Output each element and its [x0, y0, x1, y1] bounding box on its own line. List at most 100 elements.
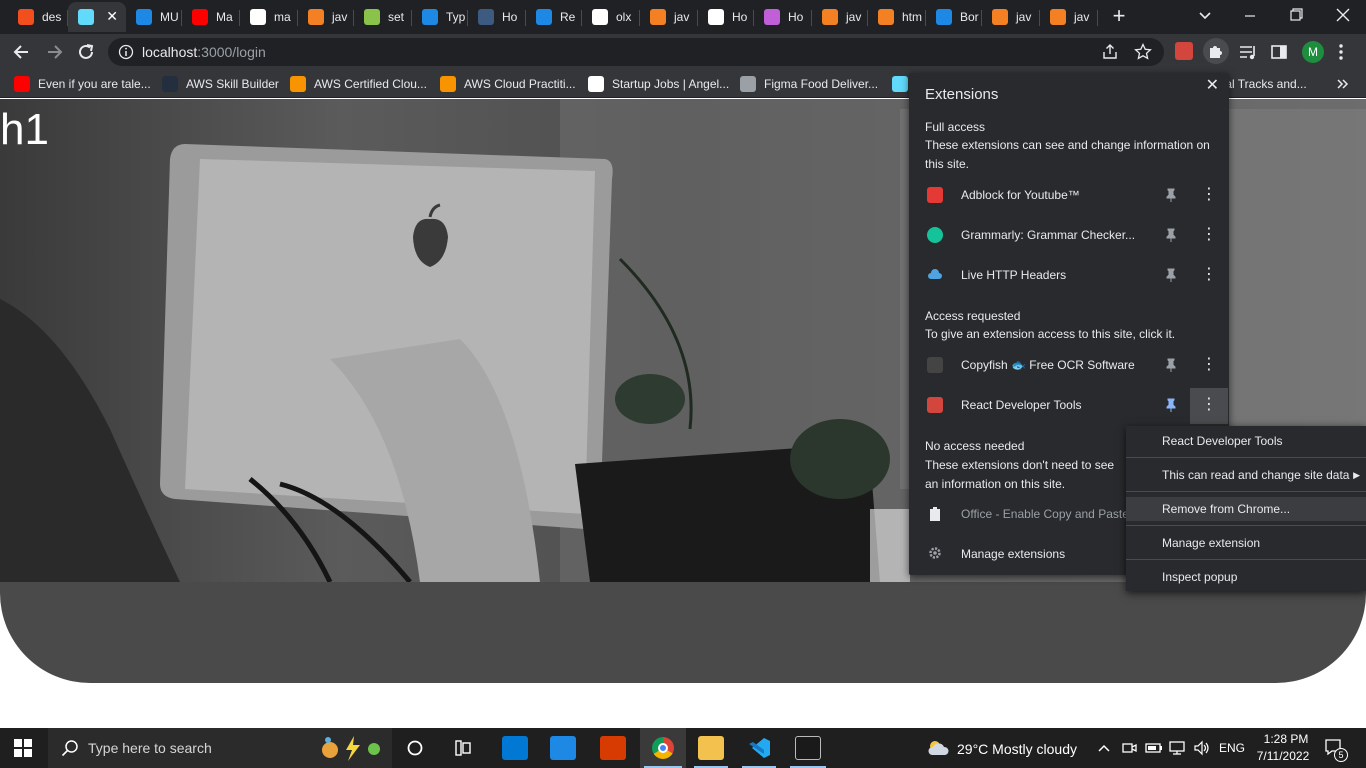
browser-tab[interactable]: jav: [640, 2, 698, 32]
tab-search-icon[interactable]: [1196, 6, 1214, 24]
browser-tab[interactable]: jav: [982, 2, 1040, 32]
browser-tab[interactable]: jav: [298, 2, 354, 32]
minimize-button[interactable]: [1240, 8, 1260, 24]
close-window-button[interactable]: [1332, 5, 1354, 25]
tab-title: set: [388, 10, 405, 24]
browser-tab[interactable]: Ho: [468, 2, 526, 32]
browser-tab[interactable]: htm: [868, 2, 926, 32]
microsoft-store-icon[interactable]: [502, 736, 528, 760]
menu-item-site-data[interactable]: This can read and change site data ▶: [1126, 463, 1366, 487]
site-info-icon[interactable]: [118, 44, 134, 60]
close-tab-icon[interactable]: ✕: [106, 8, 118, 25]
browser-tab[interactable]: Ho: [698, 2, 754, 32]
more-options-icon[interactable]: ⋮: [1190, 348, 1228, 384]
pin-icon[interactable]: [1163, 267, 1179, 283]
url-host: localhost: [142, 44, 198, 60]
stackoverflow-icon: [308, 9, 324, 25]
media-control-icon[interactable]: [1238, 42, 1258, 62]
browser-tab[interactable]: ✕: [68, 2, 126, 32]
restore-button[interactable]: [1286, 6, 1306, 24]
bookmark-item[interactable]: Even if you are tale...: [14, 76, 151, 92]
menu-item-remove-from-chrome[interactable]: Remove from Chrome...: [1126, 497, 1366, 521]
share-icon[interactable]: [1101, 43, 1119, 61]
site-data-label: This can read and change site data: [1162, 468, 1350, 482]
weather-cloud-icon[interactable]: [926, 738, 950, 758]
more-options-icon[interactable]: ⋮: [1190, 178, 1228, 214]
grammarly-icon: [927, 227, 943, 243]
browser-tab[interactable]: Bor: [926, 2, 982, 32]
url-path: :3000/login: [197, 44, 266, 60]
forward-button[interactable]: [42, 40, 66, 64]
terminal-icon[interactable]: [795, 736, 821, 760]
bookmark-item[interactable]: AWS Skill Builder: [162, 76, 279, 92]
ub-icon: [478, 9, 494, 25]
browser-tab[interactable]: des: [8, 2, 68, 32]
browser-tab[interactable]: ma: [240, 2, 298, 32]
extension-row-copyfish[interactable]: Copyfish 🐟 Free OCR Software ⋮: [909, 345, 1229, 385]
bookmark-star-icon[interactable]: [1134, 42, 1152, 61]
cortana-icon[interactable]: [406, 739, 424, 757]
browser-tab[interactable]: jav: [812, 2, 868, 32]
input-language[interactable]: ENG: [1219, 741, 1245, 755]
bookmark-item[interactable]: AWS Cloud Practiti...: [440, 76, 576, 92]
pin-icon[interactable]: [1163, 357, 1179, 373]
bookmark-label: AWS Skill Builder: [186, 77, 279, 91]
extensions-puzzle-icon[interactable]: [1203, 38, 1229, 64]
angel-icon: [588, 76, 604, 92]
menu-item-manage-extension[interactable]: Manage extension: [1126, 531, 1366, 555]
extension-row-react-devtools[interactable]: React Developer Tools ⋮: [909, 385, 1229, 425]
menu-item-extension-name[interactable]: React Developer Tools: [1126, 429, 1366, 453]
address-bar[interactable]: localhost:3000/login: [108, 38, 1164, 66]
menu-item-inspect-popup[interactable]: Inspect popup: [1126, 565, 1366, 589]
extension-row-adblock[interactable]: Adblock for Youtube™ ⋮: [909, 175, 1229, 215]
adblock-extension-icon[interactable]: [1175, 42, 1193, 60]
meet-now-icon[interactable]: [1121, 740, 1137, 756]
volume-icon[interactable]: [1193, 740, 1211, 756]
mail-icon[interactable]: [550, 736, 576, 760]
more-options-icon[interactable]: ⋮: [1190, 258, 1228, 294]
bookmark-item[interactable]: Startup Jobs | Angel...: [588, 76, 729, 92]
more-bookmarks-chevron-icon[interactable]: [1336, 76, 1350, 92]
reload-button[interactable]: [74, 40, 98, 64]
more-options-icon[interactable]: ⋮: [1190, 388, 1228, 424]
pin-icon[interactable]: [1163, 187, 1179, 203]
browser-tab[interactable]: Re: [526, 2, 582, 32]
back-button[interactable]: [10, 40, 34, 64]
pin-icon[interactable]: [1163, 227, 1179, 243]
browser-tab[interactable]: jav: [1040, 2, 1098, 32]
bookmark-item[interactable]: Figma Food Deliver...: [740, 76, 878, 92]
bookmark-item[interactable]: AWS Certified Clou...: [290, 76, 427, 92]
weather-text[interactable]: 29°C Mostly cloudy: [957, 741, 1077, 757]
chrome-taskbar-button[interactable]: [640, 728, 686, 768]
extension-row-live-http-headers[interactable]: Live HTTP Headers ⋮: [909, 255, 1229, 295]
file-explorer-icon[interactable]: [698, 736, 724, 760]
more-options-icon[interactable]: ⋮: [1190, 218, 1228, 254]
aws-icon: [162, 76, 178, 92]
office-icon[interactable]: [600, 736, 626, 760]
task-view-icon[interactable]: [453, 738, 473, 758]
clock-date[interactable]: 7/11/2022: [1254, 749, 1312, 763]
show-hidden-icons-chevron[interactable]: [1097, 741, 1111, 755]
windows-start-icon[interactable]: [14, 739, 32, 757]
extension-row-grammarly[interactable]: Grammarly: Grammar Checker... ⋮: [909, 215, 1229, 255]
m-icon: [764, 9, 780, 25]
clock-time[interactable]: 1:28 PM: [1260, 732, 1312, 746]
chrome-menu-icon[interactable]: [1334, 42, 1348, 62]
mui-icon: [536, 9, 552, 25]
side-panel-icon[interactable]: [1270, 43, 1288, 61]
browser-tab[interactable]: Ma: [182, 2, 240, 32]
browser-tab[interactable]: olx: [582, 2, 640, 32]
close-panel-icon[interactable]: ✕: [1206, 75, 1219, 95]
vscode-icon[interactable]: [746, 736, 772, 760]
notification-count-badge: 5: [1334, 748, 1348, 762]
profile-avatar[interactable]: M: [1302, 41, 1324, 63]
battery-icon[interactable]: [1145, 741, 1163, 755]
browser-tab[interactable]: Ho: [754, 2, 812, 32]
browser-tab[interactable]: Typ: [412, 2, 468, 32]
new-tab-button[interactable]: +: [1108, 5, 1130, 27]
taskbar-search-box[interactable]: Type here to search: [48, 728, 392, 768]
browser-tab[interactable]: MU: [126, 2, 182, 32]
network-icon[interactable]: [1169, 740, 1187, 756]
browser-tab[interactable]: set: [354, 2, 412, 32]
pinned-icon[interactable]: [1163, 397, 1179, 413]
